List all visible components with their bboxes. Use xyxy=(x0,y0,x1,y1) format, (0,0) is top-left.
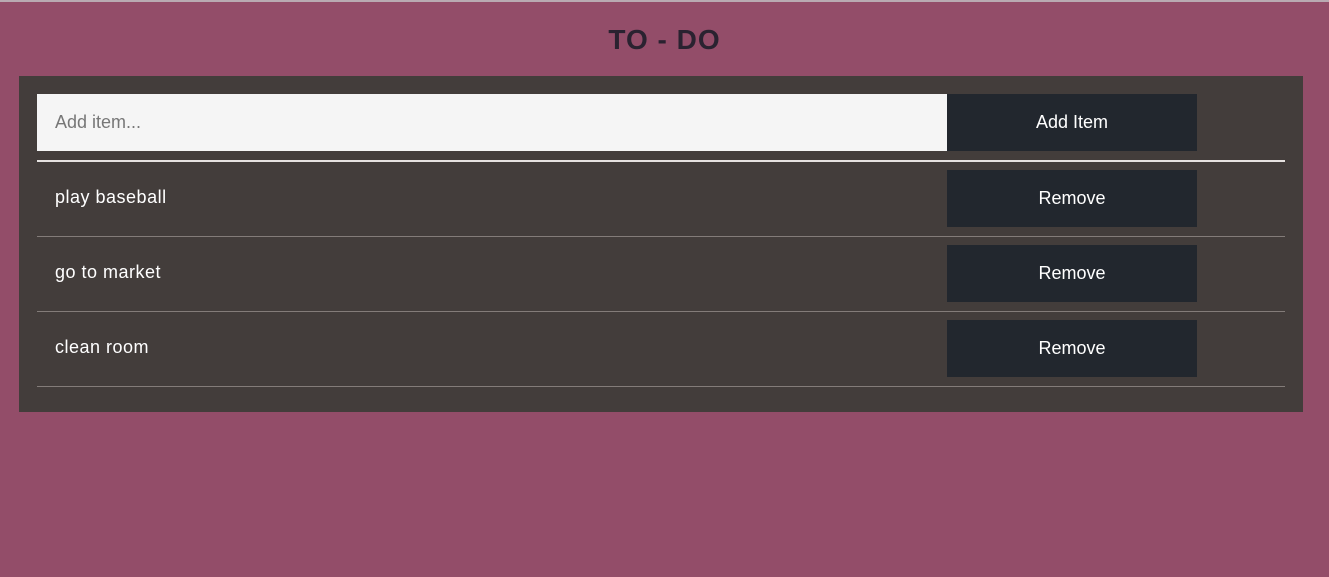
todo-item: clean room Remove xyxy=(37,312,1285,387)
todo-panel: Add Item play baseball Remove go to mark… xyxy=(19,76,1303,412)
add-item-form: Add Item xyxy=(37,94,1197,151)
todo-item: play baseball Remove xyxy=(37,162,1285,237)
todo-item-text: go to market xyxy=(55,262,162,282)
top-border xyxy=(0,0,1329,2)
add-item-button[interactable]: Add Item xyxy=(947,94,1197,151)
todo-list: play baseball Remove go to market Remove… xyxy=(37,162,1285,387)
remove-button[interactable]: Remove xyxy=(947,245,1197,302)
remove-button[interactable]: Remove xyxy=(947,320,1197,377)
add-item-input[interactable] xyxy=(37,94,947,151)
todo-item-text: clean room xyxy=(55,337,150,357)
page-title: TO - DO xyxy=(608,24,721,55)
remove-button[interactable]: Remove xyxy=(947,170,1197,227)
todo-item-text: play baseball xyxy=(55,187,167,207)
todo-item: go to market Remove xyxy=(37,237,1285,312)
